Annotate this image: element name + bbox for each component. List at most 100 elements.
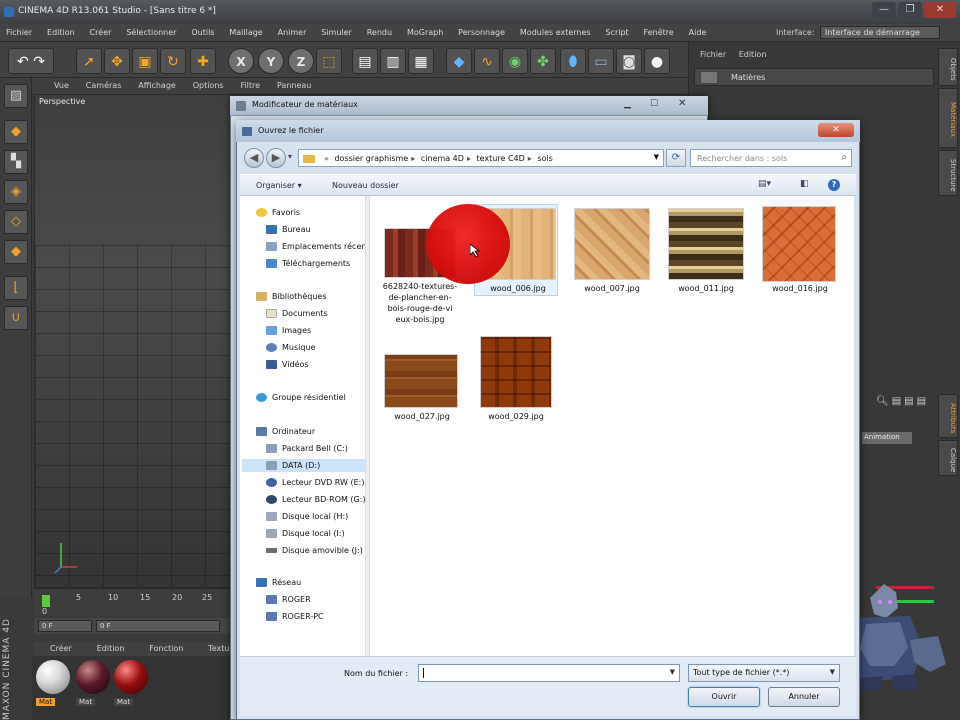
nav-item-drive-c[interactable]: Packard Bell (C:) <box>266 444 348 453</box>
help-icon[interactable]: ? <box>828 179 840 191</box>
viewport-menu-filtre[interactable]: Filtre <box>232 78 266 90</box>
address-breadcrumb[interactable]: « dossier graphisme ▸ cinema 4D ▸ texture … <box>298 149 664 167</box>
nav-item-videos[interactable]: Vidéos <box>266 360 309 369</box>
camera-icon[interactable]: ◙ <box>616 48 642 74</box>
nav-item-drive-d[interactable]: DATA (D:) <box>242 459 365 472</box>
minimize-button[interactable]: — <box>872 2 896 18</box>
render-picture-icon[interactable]: ▥ <box>380 48 406 74</box>
menu-script[interactable]: Script <box>599 24 634 37</box>
file-thumbnail[interactable] <box>574 208 650 280</box>
vtab-materiaux[interactable]: Matériaux <box>938 88 958 148</box>
z-axis-icon[interactable]: Z <box>288 48 314 74</box>
floor-icon[interactable]: ▭ <box>588 48 614 74</box>
filename-input[interactable]: ▼ <box>418 664 680 682</box>
menu-animer[interactable]: Animer <box>272 24 313 37</box>
breadcrumb-item[interactable]: texture C4D <box>477 154 525 163</box>
animation-tab[interactable]: Animation <box>862 432 912 444</box>
search-icon[interactable]: ⌕ <box>841 152 847 163</box>
move-icon[interactable]: ✥ <box>104 48 130 74</box>
start-frame-field[interactable]: 0 F <box>38 620 92 632</box>
array-icon[interactable]: ✤ <box>530 48 556 74</box>
material-swatch[interactable] <box>76 660 110 694</box>
forward-arrow-icon[interactable]: ▶ <box>266 148 286 168</box>
chevron-down-icon[interactable]: ▼ <box>670 668 675 676</box>
nav-item-drive-h[interactable]: Disque local (H:) <box>266 512 348 521</box>
timeline-playhead[interactable] <box>42 595 50 607</box>
scale-icon[interactable]: ▣ <box>132 48 158 74</box>
cancel-button[interactable]: Annuler <box>768 687 840 707</box>
new-folder-button[interactable]: Nouveau dossier <box>332 181 399 190</box>
nav-item-downloads[interactable]: Téléchargements <box>266 259 350 268</box>
nav-item-roger-pc[interactable]: ROGER-PC <box>266 612 324 621</box>
nav-item-roger[interactable]: ROGER <box>266 595 311 604</box>
nav-item-images[interactable]: Images <box>266 326 311 335</box>
file-thumbnail[interactable] <box>384 354 458 408</box>
menu-fichier[interactable]: Fichier <box>0 24 38 37</box>
viewport-menu-options[interactable]: Options <box>185 78 230 90</box>
viewport-menu-cameras[interactable]: Caméras <box>78 78 128 90</box>
materials-menu-creer[interactable]: Créer <box>34 642 78 653</box>
filetype-select[interactable]: Tout type de fichier (*.*) ▼ <box>688 664 840 682</box>
vtab-calque[interactable]: Calque <box>938 440 958 476</box>
points-mode-icon[interactable]: ◈ <box>4 180 28 204</box>
open-button[interactable]: Ouvrir <box>688 687 760 707</box>
nav-scrollbar[interactable] <box>366 196 369 656</box>
render-settings-icon[interactable]: ▦ <box>408 48 434 74</box>
material-swatch[interactable] <box>36 660 70 694</box>
menu-personnage[interactable]: Personnage <box>452 24 511 37</box>
light-icon[interactable]: ● <box>644 48 670 74</box>
undo-icon[interactable]: ↶ ↷ <box>8 48 54 74</box>
deformer-icon[interactable]: ⬮ <box>560 48 586 74</box>
menu-modules-externes[interactable]: Modules externes <box>514 24 597 37</box>
rotate-icon[interactable]: ↻ <box>160 48 186 74</box>
edges-mode-icon[interactable]: ◇ <box>4 210 28 234</box>
material-name[interactable]: Mat <box>76 698 96 706</box>
close-icon[interactable]: ✕ <box>818 123 854 137</box>
cube-icon[interactable]: ◆ <box>446 48 472 74</box>
menu-aide[interactable]: Aide <box>683 24 713 37</box>
render-view-icon[interactable]: ▤ <box>352 48 378 74</box>
viewport-menu-affichage[interactable]: Affichage <box>130 78 182 90</box>
breadcrumb-item[interactable]: sols <box>537 154 552 163</box>
nav-network[interactable]: Réseau <box>256 578 301 587</box>
file-name[interactable]: wood_011.jpg <box>658 283 754 294</box>
nav-item-drive-g[interactable]: Lecteur BD-ROM (G:) <box>266 495 365 504</box>
y-axis-icon[interactable]: Y <box>258 48 284 74</box>
material-name[interactable]: Mat <box>114 698 134 706</box>
materials-menu-fonction[interactable]: Fonction <box>133 642 189 653</box>
file-thumbnail[interactable] <box>762 206 836 282</box>
file-name[interactable]: wood_027.jpg <box>374 411 470 422</box>
refresh-icon[interactable]: ⟳ <box>666 149 686 167</box>
material-name[interactable]: Mat <box>36 698 56 706</box>
texture-mode-icon[interactable]: ▚ <box>4 150 28 174</box>
menu-creer[interactable]: Créer <box>84 24 118 37</box>
nav-item-drive-i[interactable]: Disque local (I:) <box>266 529 345 538</box>
model-mode-icon[interactable]: ◆ <box>4 120 28 144</box>
nav-item-musique[interactable]: Musique <box>266 343 315 352</box>
nav-item-bureau[interactable]: Bureau <box>266 225 311 234</box>
select-arrow-icon[interactable]: ➚ <box>76 48 102 74</box>
nav-homegroup[interactable]: Groupe résidentiel <box>256 393 346 402</box>
menu-maillage[interactable]: Maillage <box>223 24 268 37</box>
close-app-button[interactable]: ✕ <box>924 2 956 18</box>
menu-fenetre[interactable]: Fenêtre <box>638 24 680 37</box>
chevron-down-icon[interactable]: ▼ <box>830 668 835 676</box>
file-thumbnail[interactable] <box>668 208 744 280</box>
menu-simuler[interactable]: Simuler <box>315 24 358 37</box>
back-arrow-icon[interactable]: ◀ <box>244 148 264 168</box>
chevron-down-icon[interactable]: ▼ <box>654 153 659 161</box>
x-axis-icon[interactable]: X <box>228 48 254 74</box>
add-icon[interactable]: ✚ <box>190 48 216 74</box>
attribute-nav-icons[interactable]: 🔍︎▤▤▤ <box>876 396 929 407</box>
snap-magnet-icon[interactable]: ∪ <box>4 306 28 330</box>
nav-item-drive-e[interactable]: Lecteur DVD RW (E:) <box>266 478 364 487</box>
chevron-down-icon[interactable]: ▾ <box>288 152 298 164</box>
organize-button[interactable]: Organiser ▾ <box>256 181 302 190</box>
material-dialog-maximize-icon[interactable]: ☐ <box>650 99 658 109</box>
file-name[interactable]: wood_006.jpg <box>470 283 566 294</box>
nav-libraries[interactable]: Bibliothèques <box>256 292 327 301</box>
menu-mograph[interactable]: MoGraph <box>401 24 449 37</box>
material-swatch[interactable] <box>114 660 148 694</box>
viewport-menu-panneau[interactable]: Panneau <box>269 78 317 90</box>
make-editable-icon[interactable]: ▨ <box>4 84 28 108</box>
